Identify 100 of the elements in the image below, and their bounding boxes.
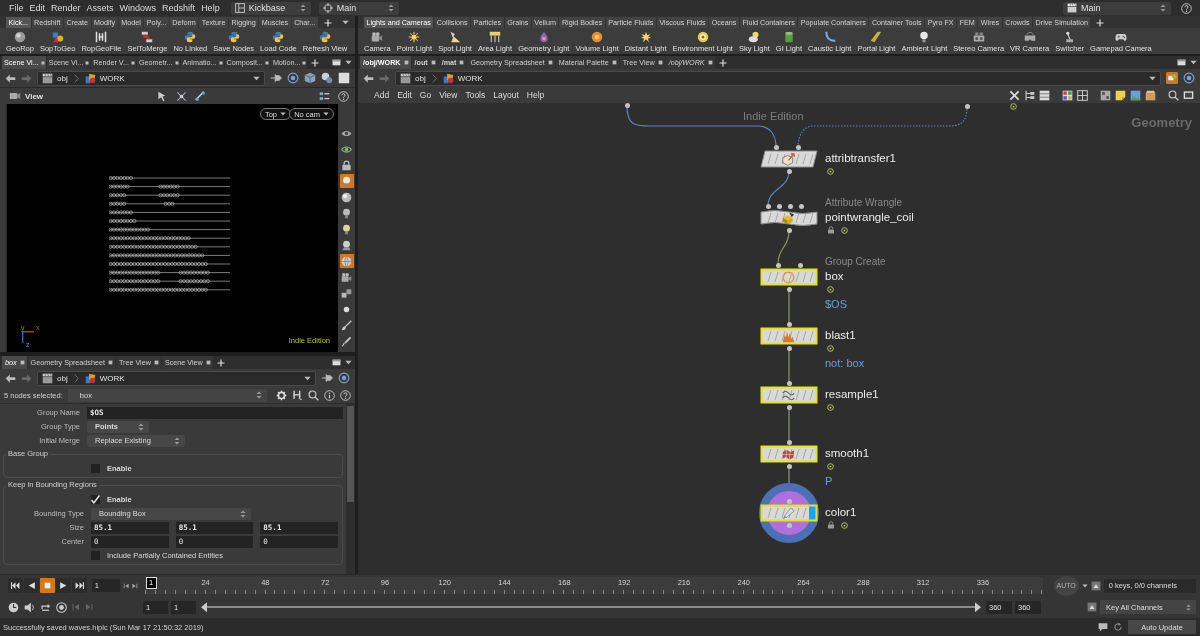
step-forward-icon[interactable] — [131, 582, 138, 589]
spheres-icon[interactable] — [321, 72, 333, 84]
close-icon[interactable] — [19, 360, 25, 365]
lock-icon[interactable] — [827, 226, 835, 234]
target-icon[interactable] — [338, 372, 350, 384]
path-field[interactable]: obj WORK — [37, 370, 316, 386]
sticky-note-icon[interactable] — [1115, 89, 1126, 101]
close-icon[interactable] — [707, 60, 713, 65]
close-icon[interactable] — [85, 60, 90, 65]
menu-item[interactable]: Windows — [116, 2, 160, 14]
input-port[interactable] — [786, 439, 792, 445]
checkbox[interactable] — [91, 551, 100, 560]
close-icon[interactable] — [430, 60, 436, 65]
search-icon[interactable] — [1168, 89, 1179, 101]
cube-icon[interactable] — [304, 72, 316, 84]
display-toggle[interactable] — [339, 174, 354, 188]
help-icon[interactable] — [1181, 2, 1192, 14]
close-icon[interactable] — [205, 360, 211, 365]
menu-item[interactable]: Edit — [393, 90, 416, 100]
info-icon[interactable] — [324, 389, 335, 401]
close-icon[interactable] — [657, 60, 663, 65]
speaker-icon[interactable] — [24, 601, 35, 613]
path-segment[interactable]: obj — [42, 72, 68, 84]
output-port[interactable] — [964, 103, 970, 109]
bone-icon[interactable] — [194, 90, 206, 102]
path-segment[interactable]: WORK — [84, 72, 125, 84]
node-tile-icon[interactable] — [1166, 72, 1178, 84]
caret-down-icon[interactable] — [304, 374, 311, 382]
menu-item[interactable]: Assets — [83, 2, 117, 14]
path-field[interactable]: obj WORK — [395, 70, 1161, 86]
close-icon[interactable] — [302, 60, 307, 65]
path-segment[interactable]: obj — [42, 372, 68, 384]
path-segment[interactable]: WORK — [84, 372, 125, 384]
help-icon[interactable] — [340, 389, 351, 401]
circle-dot-icon[interactable] — [827, 403, 834, 411]
playback-button[interactable] — [40, 578, 55, 594]
display-options-icon[interactable] — [319, 90, 330, 102]
help-icon[interactable] — [338, 90, 349, 102]
input-port[interactable] — [797, 262, 803, 268]
output-port[interactable] — [624, 103, 630, 108]
panel-menu-icon[interactable] — [332, 358, 341, 367]
display-toggle[interactable] — [339, 190, 354, 204]
output-port[interactable] — [786, 463, 792, 469]
caret-down-icon[interactable] — [253, 74, 260, 82]
input-port[interactable] — [786, 321, 792, 327]
menu-item[interactable]: Edit — [26, 2, 49, 14]
caret-down-icon[interactable] — [345, 359, 352, 366]
plus-icon[interactable] — [1096, 19, 1105, 27]
close-icon[interactable] — [611, 60, 617, 65]
close-icon[interactable] — [40, 60, 45, 65]
caret-down-icon[interactable] — [342, 19, 349, 26]
network-canvas[interactable]: Indie Edition Geometry attribtransfer1 Attribute Wrangle pointwrangle_coil Group Create box $OS blast1 not: box resample1 smooth1 P color1 — [358, 103, 1200, 574]
circle-dot-icon[interactable] — [827, 285, 834, 293]
network-node[interactable] — [760, 209, 818, 227]
close-icon[interactable] — [153, 360, 159, 365]
view-menu[interactable]: View — [9, 90, 44, 102]
plus-icon[interactable] — [718, 58, 727, 67]
context-dropdown[interactable]: Main — [318, 1, 399, 15]
checkbox[interactable] — [91, 464, 100, 473]
back-arrow-icon[interactable] — [363, 72, 374, 84]
pin-icon[interactable] — [321, 372, 333, 384]
display-toggle[interactable] — [339, 286, 354, 300]
menu-item[interactable]: Help — [522, 90, 549, 100]
playback-button[interactable] — [24, 578, 39, 594]
color-grid-icon[interactable] — [1062, 89, 1073, 101]
grid-icon[interactable] — [1077, 89, 1088, 101]
menu-item[interactable]: Tools — [461, 90, 490, 100]
record-icon[interactable] — [56, 601, 67, 613]
network-node[interactable] — [760, 150, 818, 168]
circle-dot-icon[interactable] — [841, 226, 848, 234]
close-icon[interactable] — [264, 60, 269, 65]
key-channels-icon[interactable] — [1087, 602, 1097, 613]
path-segment[interactable]: WORK — [442, 72, 483, 84]
output-port[interactable] — [786, 286, 792, 292]
clock-icon[interactable] — [8, 601, 19, 613]
plus-icon[interactable] — [216, 358, 225, 367]
screen-icon[interactable] — [1183, 89, 1194, 101]
path-field[interactable]: obj WORK — [37, 70, 265, 86]
scrollbar[interactable] — [346, 404, 355, 574]
desktop-dropdown[interactable]: Kickbase — [230, 1, 311, 15]
target-icon[interactable] — [1183, 72, 1195, 84]
path-segment[interactable]: obj — [400, 72, 426, 84]
pin-icon[interactable] — [270, 72, 282, 84]
input-port[interactable] — [775, 262, 781, 268]
wrench-screwdriver-icon[interactable] — [1009, 89, 1020, 101]
refresh-icon[interactable] — [1113, 622, 1123, 632]
close-icon[interactable] — [459, 60, 465, 65]
menu-item[interactable]: File — [6, 2, 27, 14]
menu-item[interactable]: View — [435, 90, 462, 100]
caret-down-icon[interactable] — [1190, 59, 1197, 66]
menu-item[interactable]: Render — [48, 2, 84, 14]
close-icon[interactable] — [174, 60, 179, 65]
output-port[interactable] — [786, 345, 792, 351]
settings-icon[interactable] — [276, 389, 287, 401]
circle-dot-icon[interactable] — [827, 462, 834, 470]
playback-button[interactable] — [72, 578, 87, 594]
menu-item[interactable]: Layout — [489, 90, 523, 100]
image-grid-icon[interactable] — [1100, 89, 1111, 101]
plus-icon[interactable] — [311, 58, 320, 67]
input-port[interactable] — [786, 498, 792, 504]
